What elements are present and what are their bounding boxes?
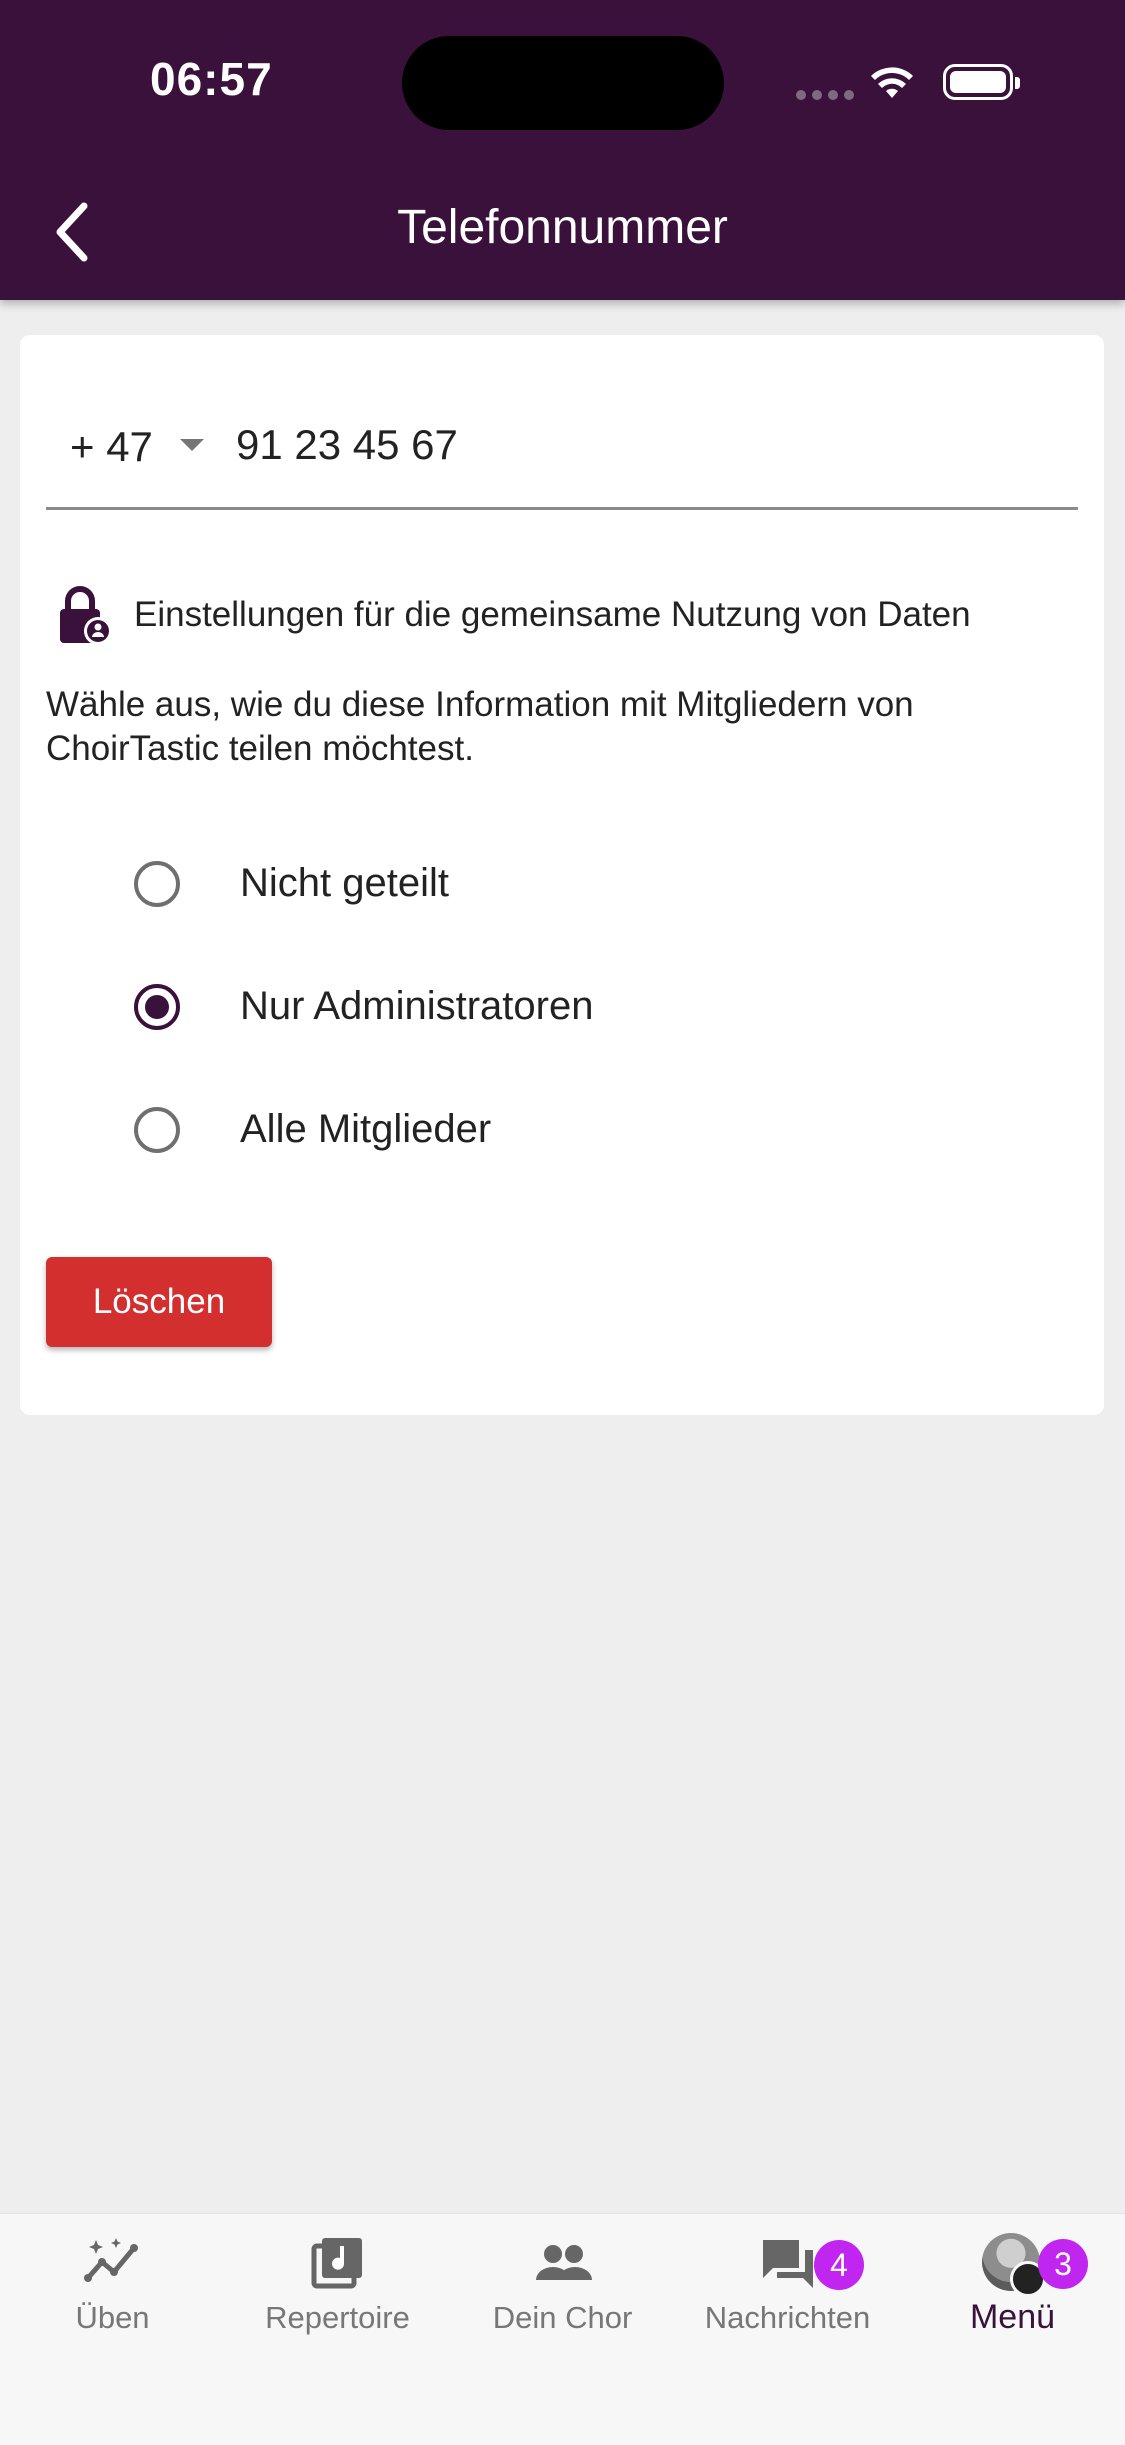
- nav-label: Dein Chor: [492, 2300, 633, 2335]
- chat-icon: [762, 2240, 813, 2288]
- dropdown-caret-icon[interactable]: [180, 439, 204, 451]
- dynamic-island: [402, 36, 724, 130]
- messages-badge: 4: [814, 2240, 864, 2290]
- radio-option-not-shared[interactable]: Nicht geteilt: [110, 839, 1010, 929]
- status-time: 06:57: [150, 53, 273, 105]
- phone-settings-card: + 47 Einstellungen für die gemeinsame Nu…: [20, 335, 1104, 1415]
- radio-label: Alle Mitglieder: [240, 1107, 492, 1151]
- radio-dot: [145, 995, 169, 1019]
- nav-label: Repertoire: [265, 2300, 410, 2335]
- group-icon: [535, 2245, 592, 2280]
- privacy-settings-title: Einstellungen für die gemeinsame Nutzung…: [134, 595, 971, 634]
- menu-badge: 3: [1038, 2239, 1088, 2289]
- nav-item-repertoire[interactable]: Repertoire: [225, 2214, 450, 2354]
- nav-label: Üben: [75, 2300, 150, 2335]
- nav-item-practice[interactable]: Üben: [0, 2214, 225, 2354]
- cellular-signal-icon: [796, 87, 860, 105]
- wifi-icon: [871, 67, 913, 98]
- page-title: Telefonnummer: [397, 201, 728, 254]
- practice-icon: [83, 2238, 138, 2282]
- radio-label: Nicht geteilt: [240, 861, 449, 905]
- radio-option-admins-only[interactable]: Nur Administratoren: [110, 962, 1010, 1052]
- nav-item-your-choir[interactable]: Dein Chor: [450, 2214, 675, 2354]
- country-code-select[interactable]: + 47: [70, 423, 153, 471]
- music-library-icon: [311, 2238, 362, 2289]
- radio-option-all-members[interactable]: Alle Mitglieder: [110, 1085, 1010, 1175]
- nav-label: Nachrichten: [704, 2300, 871, 2335]
- lock-user-icon: [60, 586, 112, 645]
- radio-unchecked-icon: [134, 861, 180, 907]
- bottom-navigation: Üben Repertoire Dein Chor 4 Nachrichten …: [0, 2213, 1125, 2445]
- phone-number-input[interactable]: [236, 413, 1036, 477]
- radio-unchecked-icon: [134, 1107, 180, 1153]
- nav-item-messages[interactable]: 4 Nachrichten: [675, 2214, 900, 2354]
- avatar-menu-icon: [982, 2233, 1046, 2297]
- delete-button[interactable]: Löschen: [46, 1257, 272, 1347]
- nav-item-menu[interactable]: 3 Menü: [900, 2214, 1125, 2354]
- radio-label: Nur Administratoren: [240, 984, 594, 1028]
- battery-icon: [943, 64, 1020, 100]
- privacy-description: Wähle aus, wie du diese Information mit …: [46, 685, 914, 768]
- app-header: 06:57 Telefonnummer: [0, 0, 1125, 300]
- nav-label: Menü: [969, 2298, 1056, 2336]
